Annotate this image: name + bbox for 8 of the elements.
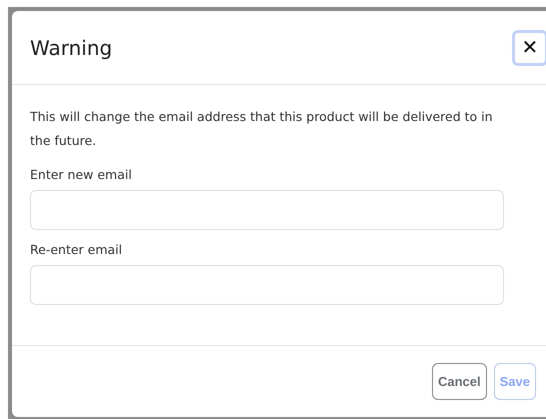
cancel-button[interactable]: Cancel — [432, 363, 487, 400]
dialog-title: Warning — [30, 36, 112, 60]
field-label: Re-enter email — [30, 242, 124, 257]
warning-message: This will change the email address that this product will be delivered to in the future. — [30, 108, 494, 150]
email-field[interactable] — [30, 190, 504, 230]
email-field[interactable] — [30, 265, 504, 305]
close-button[interactable]: ✕ — [512, 30, 546, 66]
field-label: Enter new email — [30, 167, 133, 182]
